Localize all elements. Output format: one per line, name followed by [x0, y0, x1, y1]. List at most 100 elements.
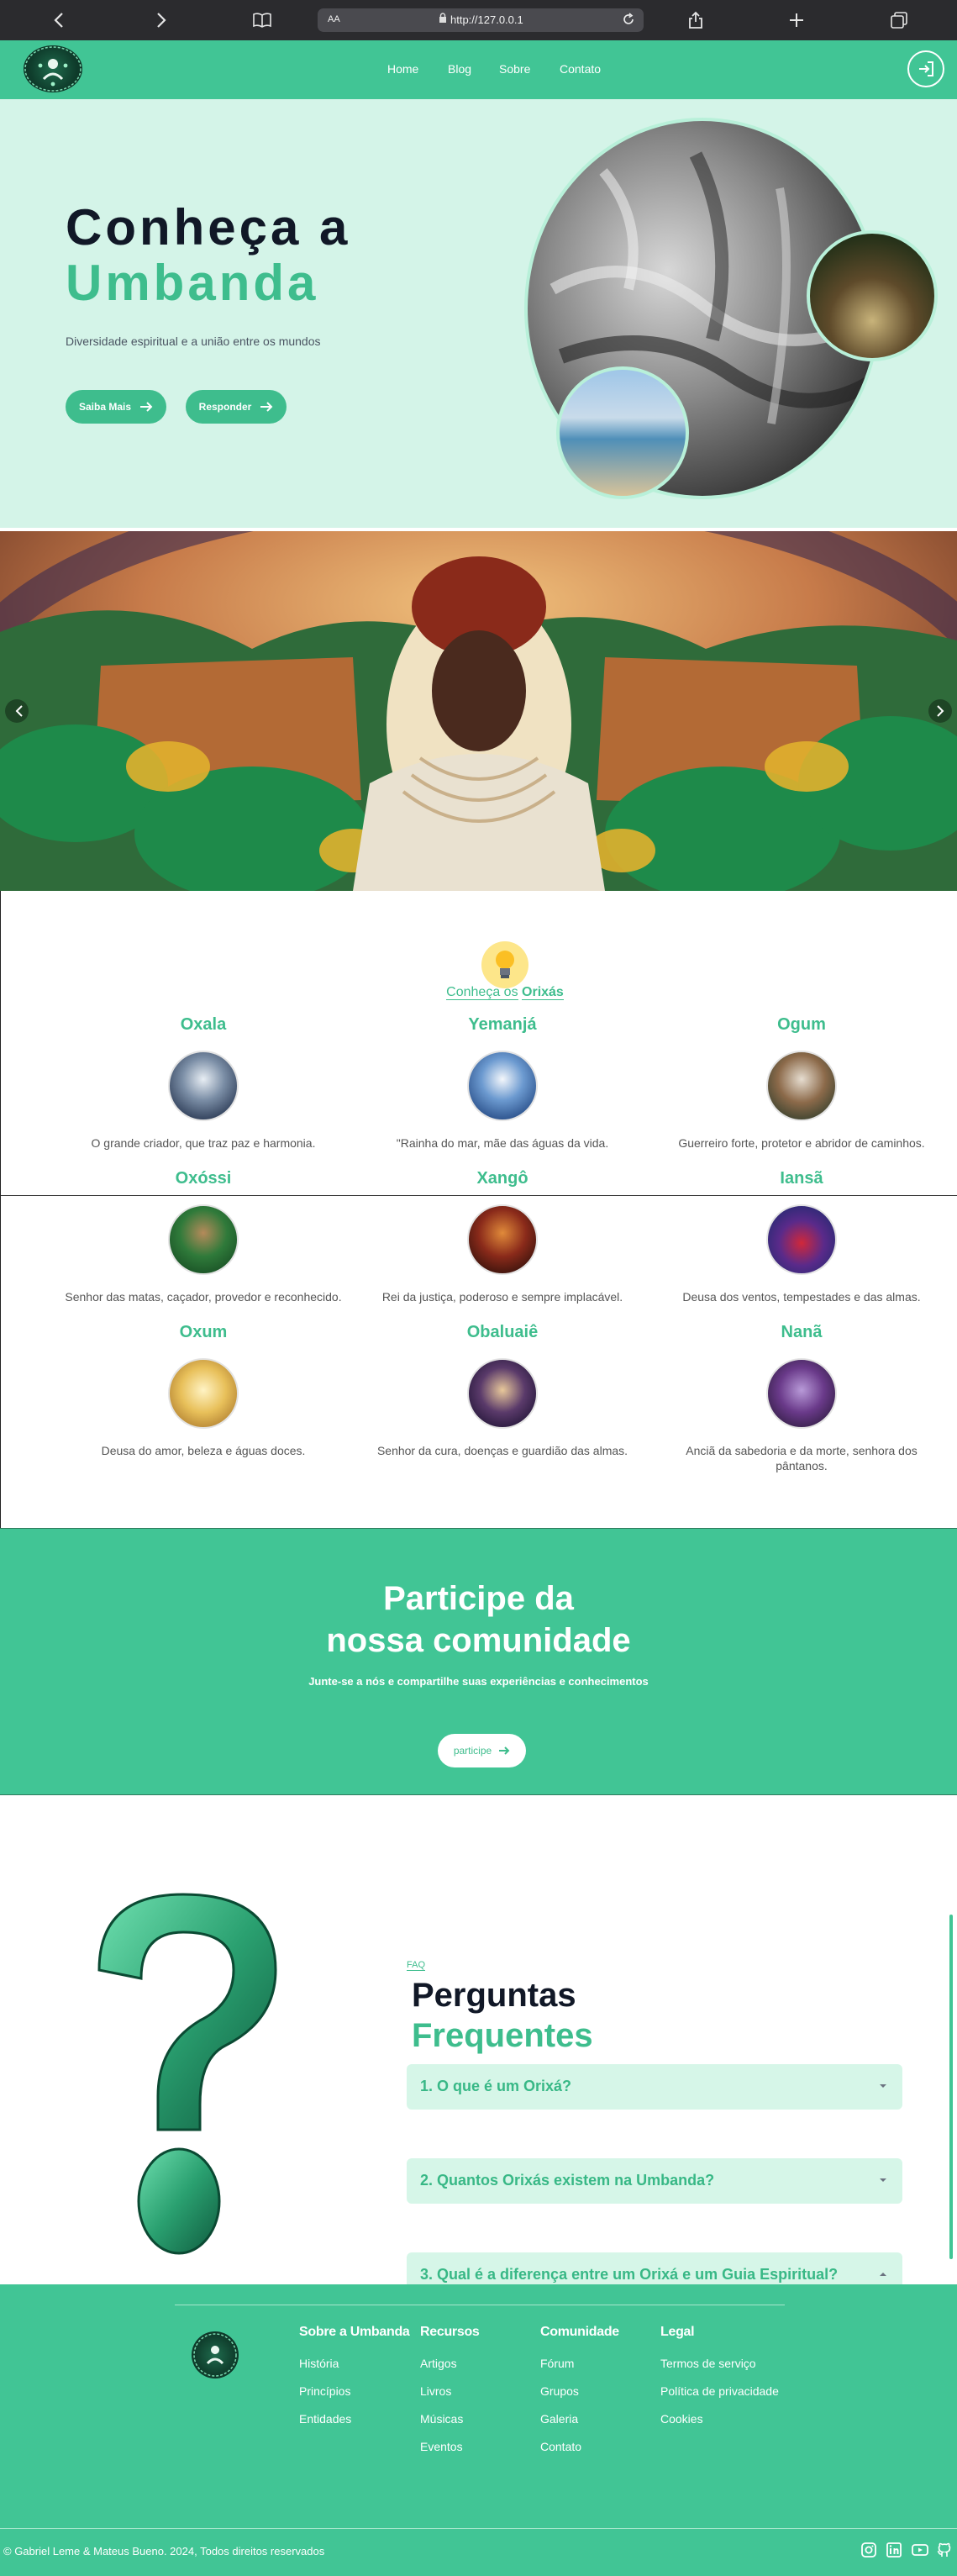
- faq-scrollbar[interactable]: [949, 1915, 953, 2259]
- faq-title-line2: Frequentes: [412, 2017, 593, 2054]
- browser-toolbar: AA http://127.0.0.1: [0, 0, 957, 40]
- image-carousel: [0, 531, 957, 891]
- login-icon: [919, 61, 933, 76]
- footer-link[interactable]: Política de privacidade: [660, 2384, 779, 2398]
- youtube-icon[interactable]: [911, 2542, 929, 2563]
- footer-link[interactable]: História: [299, 2357, 339, 2370]
- participe-button[interactable]: participe: [438, 1734, 526, 1767]
- url-text: http://127.0.0.1: [450, 13, 523, 26]
- footer-link[interactable]: Cookies: [660, 2412, 703, 2426]
- sea-image: [556, 366, 689, 499]
- carousel-next-icon[interactable]: [931, 702, 949, 720]
- footer-link[interactable]: Princípios: [299, 2384, 350, 2398]
- footer-link[interactable]: Galeria: [540, 2412, 578, 2426]
- footer-link[interactable]: Termos de serviço: [660, 2357, 756, 2370]
- site-navbar: Home Blog Sobre Contato: [0, 40, 957, 99]
- footer-link[interactable]: Contato: [540, 2440, 581, 2453]
- share-icon[interactable]: [682, 7, 709, 34]
- footer-bottom-divider: [0, 2528, 957, 2529]
- site-logo[interactable]: [24, 45, 82, 92]
- saiba-mais-button[interactable]: Saiba Mais: [66, 390, 166, 424]
- linkedin-icon[interactable]: [886, 2542, 902, 2563]
- faq-section: FAQ Perguntas Frequentes 1. O que é um O…: [0, 1814, 957, 2284]
- footer-col-title: Sobre a Umbanda: [299, 2325, 410, 2339]
- community-title: Participe da nossa comunidade: [0, 1578, 957, 1662]
- orixa-name: Oxala: [180, 1015, 227, 1034]
- orixa-name: Oxum: [179, 1323, 228, 1341]
- orixa-avatar: [467, 1204, 538, 1275]
- hero-title: Conheça a Umbanda: [66, 200, 350, 311]
- orixa-description: Deusa dos ventos, tempestades e das alma…: [682, 1290, 921, 1304]
- hero-subtitle: Diversidade espiritual e a união entre o…: [66, 335, 321, 348]
- section-divider: [1, 1195, 957, 1196]
- footer-link[interactable]: Músicas: [420, 2412, 463, 2426]
- community-section: Participe da nossa comunidade Junte-se a…: [0, 1528, 957, 1795]
- footer-link[interactable]: Livros: [420, 2384, 451, 2398]
- orixa-name: Iansã: [780, 1169, 823, 1188]
- footer-link[interactable]: Artigos: [420, 2357, 457, 2370]
- faq-item-1[interactable]: 1. O que é um Orixá?: [407, 2064, 902, 2110]
- faq-question: 2. Quantos Orixás existem na Umbanda?: [420, 2172, 715, 2189]
- new-tab-icon[interactable]: [783, 7, 810, 34]
- orixa-avatar: [766, 1358, 837, 1429]
- orixa-avatar: [168, 1358, 239, 1429]
- reload-icon[interactable]: [622, 13, 635, 29]
- responder-button[interactable]: Responder: [186, 390, 287, 424]
- footer-link[interactable]: Grupos: [540, 2384, 579, 2398]
- orixa-illustration: [0, 531, 957, 891]
- orixa-name: Ogum: [777, 1015, 826, 1034]
- footer-logo[interactable]: [192, 2331, 239, 2378]
- caret-down-icon: [880, 2084, 886, 2088]
- orixa-avatar: [467, 1051, 538, 1121]
- orixa-name: Xangô: [476, 1169, 528, 1188]
- forward-icon[interactable]: [148, 7, 175, 34]
- instagram-icon[interactable]: [860, 2542, 877, 2563]
- nav-sobre[interactable]: Sobre: [499, 62, 530, 76]
- footer-link[interactable]: Entidades: [299, 2412, 351, 2426]
- orixa-description: "Rainha do mar, mãe das águas da vida.: [396, 1136, 609, 1150]
- orixa-description: Senhor das matas, caçador, provedor e re…: [65, 1290, 342, 1304]
- orixa-name: Obaluaiê: [466, 1323, 539, 1341]
- nav-contato[interactable]: Contato: [560, 62, 601, 76]
- faq-item-2[interactable]: 2. Quantos Orixás existem na Umbanda?: [407, 2158, 902, 2204]
- footer-col-title: Legal: [660, 2325, 695, 2339]
- arrow-right-icon: [260, 402, 273, 412]
- participe-label: participe: [453, 1745, 492, 1757]
- orixa-description: Guerreiro forte, protetor e abridor de c…: [678, 1136, 925, 1150]
- faq-title-line1: Perguntas: [412, 1977, 576, 2014]
- orixas-heading: Conheça os Orixás: [337, 985, 673, 1000]
- copyright-text: © Gabriel Leme & Mateus Bueno. 2024, Tod…: [3, 2545, 325, 2558]
- orixa-avatar: [168, 1204, 239, 1275]
- caret-up-icon: [880, 2273, 886, 2276]
- bookmarks-icon[interactable]: [249, 7, 276, 34]
- footer-link[interactable]: Eventos: [420, 2440, 463, 2453]
- orixa-avatar: [766, 1204, 837, 1275]
- orixa-description: Senhor da cura, doenças e guardião das a…: [376, 1444, 628, 1457]
- site-footer: Sobre a Umbanda História Princípios Enti…: [0, 2284, 957, 2576]
- faq-tag: FAQ: [407, 1960, 426, 1971]
- orixa-avatar: [467, 1358, 538, 1429]
- nav-home[interactable]: Home: [387, 62, 418, 76]
- lock-icon: [439, 13, 447, 26]
- faq-question: 3. Qual é a diferença entre um Orixá e u…: [420, 2266, 839, 2283]
- login-button[interactable]: [907, 50, 944, 87]
- carousel-prev-icon[interactable]: [10, 702, 29, 720]
- orixa-name: Nanã: [781, 1323, 823, 1341]
- back-icon[interactable]: [45, 7, 72, 34]
- community-title-line2: nossa comunidade: [326, 1622, 631, 1659]
- orixa-avatar: [168, 1051, 239, 1121]
- lightbulb-icon: [481, 941, 528, 988]
- question-mark-image: [97, 1893, 277, 2255]
- address-bar[interactable]: AA http://127.0.0.1: [318, 8, 644, 32]
- hero-title-line1: Conheça a: [66, 199, 351, 255]
- orixas-heading-highlight: Orixás: [522, 985, 564, 1000]
- reader-mode-label[interactable]: AA: [328, 14, 340, 24]
- orixa-avatar: [766, 1051, 837, 1121]
- faq-question: 1. O que é um Orixá?: [420, 2078, 572, 2094]
- arrow-right-icon: [140, 402, 153, 412]
- github-icon[interactable]: [936, 2542, 953, 2563]
- tabs-overview-icon[interactable]: [886, 7, 912, 34]
- footer-link[interactable]: Fórum: [540, 2357, 574, 2370]
- nav-blog[interactable]: Blog: [448, 62, 471, 76]
- faq-item-3[interactable]: 3. Qual é a diferença entre um Orixá e u…: [407, 2252, 902, 2284]
